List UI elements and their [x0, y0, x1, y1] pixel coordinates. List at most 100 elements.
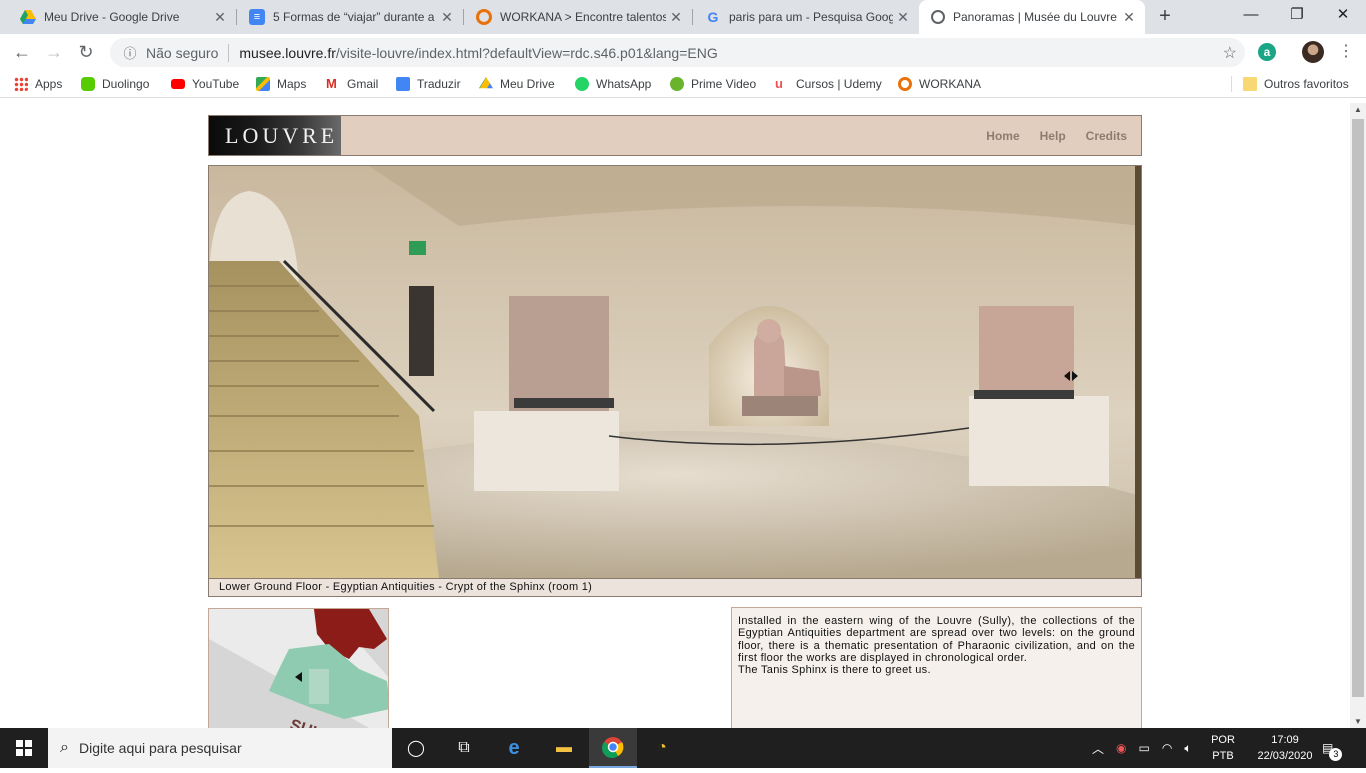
chrome-taskbar-icon[interactable]	[589, 728, 637, 768]
bookmark-udemy[interactable]: u Cursos | Udemy	[775, 75, 882, 93]
scroll-up-icon[interactable]: ▲	[1354, 105, 1362, 114]
bookmark-label: Outros favoritos	[1264, 77, 1349, 91]
menu-kebab-icon[interactable]: ⋮	[1334, 40, 1358, 64]
louvre-logo[interactable]: LOUVRE	[209, 116, 341, 155]
bookmark-meu-drive[interactable]: Meu Drive	[479, 75, 555, 93]
globe-icon	[931, 10, 945, 24]
battery-icon[interactable]: ▭	[1139, 741, 1150, 755]
tab-louvre-active[interactable]: Panoramas | Musée du Louvre ✕	[919, 0, 1145, 34]
avatar[interactable]	[1302, 41, 1324, 63]
bookmark-label: WORKANA	[919, 77, 982, 91]
translate-icon	[396, 77, 410, 91]
extension-icon[interactable]: a	[1258, 43, 1276, 61]
chevron-up-icon[interactable]: ︿	[1092, 740, 1104, 757]
start-button[interactable]	[0, 728, 48, 768]
wifi-icon[interactable]: ◠	[1162, 741, 1172, 755]
nav-help-link[interactable]: Help	[1040, 129, 1066, 143]
reload-button[interactable]: ↻	[74, 40, 98, 64]
description-text: Installed in the eastern wing of the Lou…	[738, 615, 1135, 664]
tab-title: 5 Formas de “viajar” durante a	[273, 10, 435, 24]
forward-button[interactable]: →	[42, 40, 66, 64]
louvre-nav: Home Help Credits	[986, 116, 1127, 155]
windows-taskbar: ⌕ Digite aqui para pesquisar ◯ ⧉ e ▬ ◔ ︿…	[0, 728, 1366, 768]
bookmark-label: Duolingo	[102, 77, 150, 91]
volume-icon[interactable]: 🔈︎	[1184, 741, 1191, 756]
notification-center[interactable]: ▤ 3	[1322, 728, 1343, 768]
bookmark-gmail[interactable]: M Gmail	[326, 75, 378, 93]
bookmark-whatsapp[interactable]: WhatsApp	[575, 75, 651, 93]
check-app-icon[interactable]: ◔	[638, 728, 686, 768]
address-bar[interactable]: ⓘ Não seguro musee.louvre.fr/visite-louv…	[110, 38, 1245, 67]
nav-credits-link[interactable]: Credits	[1086, 129, 1127, 143]
maps-icon	[256, 77, 270, 91]
bookmark-apps[interactable]: Apps	[14, 75, 62, 93]
minimize-button[interactable]: —	[1228, 0, 1274, 34]
close-tab-icon[interactable]: ✕	[1119, 9, 1139, 26]
bookmark-maps[interactable]: Maps	[256, 75, 306, 93]
tab-title: WORKANA > Encontre talentos	[500, 10, 666, 24]
back-button[interactable]: ←	[10, 40, 34, 64]
gmail-icon: M	[326, 76, 337, 91]
close-window-button[interactable]: ✕	[1320, 0, 1366, 34]
bookmark-translate[interactable]: Traduzir	[396, 75, 461, 93]
file-explorer-icon[interactable]: ▬	[540, 728, 588, 768]
clock-time: 17:09	[1271, 734, 1299, 746]
scrollbar-thumb[interactable]	[1352, 119, 1364, 697]
google-drive-icon	[479, 77, 493, 89]
windows-logo-icon	[16, 740, 32, 756]
search-icon: ⌕	[60, 739, 69, 756]
bookmark-prime-video[interactable]: Prime Video	[670, 75, 756, 93]
bookmark-youtube[interactable]: YouTube	[171, 75, 239, 93]
close-tab-icon[interactable]: ✕	[437, 9, 457, 26]
cortana-icon[interactable]: ◯	[392, 728, 440, 768]
language-indicator[interactable]: POR PTB	[1208, 732, 1238, 764]
tab-google-search[interactable]: G paris para um - Pesquisa Goog ✕	[693, 0, 919, 34]
louvre-header: LOUVRE Home Help Credits	[208, 115, 1142, 156]
scroll-down-icon[interactable]: ▼	[1354, 717, 1362, 726]
tab-workana[interactable]: WORKANA > Encontre talentos ✕	[464, 0, 692, 34]
panorama-viewer[interactable]: Lower Ground Floor - Egyptian Antiquitie…	[208, 165, 1142, 597]
udemy-icon: u	[775, 76, 783, 91]
floor-plan-map[interactable]: SULLY	[208, 608, 389, 728]
antivirus-icon[interactable]: ◉	[1116, 741, 1126, 755]
system-clock[interactable]: 17:09 22/03/2020	[1255, 732, 1315, 764]
notification-count-badge: 3	[1329, 747, 1343, 761]
floor-plan-graphic[interactable]: SULLY	[209, 609, 389, 728]
taskbar-search[interactable]: ⌕ Digite aqui para pesquisar	[48, 728, 392, 768]
tab-docs[interactable]: ≡ 5 Formas de “viajar” durante a ✕	[237, 0, 463, 34]
panorama-image[interactable]	[209, 166, 1141, 578]
bookmark-label: Maps	[277, 77, 307, 91]
restore-button[interactable]: ❐	[1274, 0, 1320, 34]
close-tab-icon[interactable]: ✕	[666, 9, 686, 26]
url-text[interactable]: musee.louvre.fr/visite-louvre/index.html…	[239, 45, 717, 61]
tab-strip: Meu Drive - Google Drive ✕ ≡ 5 Formas de…	[0, 0, 1366, 34]
info-icon[interactable]: ⓘ	[120, 43, 140, 62]
workana-icon	[898, 77, 912, 91]
close-tab-icon[interactable]: ✕	[210, 9, 230, 26]
url-host: musee.louvre.fr	[239, 44, 336, 61]
room-description: Installed in the eastern wing of the Lou…	[731, 607, 1142, 728]
bookmark-label: Prime Video	[691, 77, 757, 91]
bookmark-label: Traduzir	[417, 77, 461, 91]
new-tab-button[interactable]: +	[1153, 4, 1177, 28]
nav-home-link[interactable]: Home	[986, 129, 1019, 143]
whatsapp-icon	[575, 77, 589, 91]
tab-title: Panoramas | Musée du Louvre	[953, 10, 1117, 24]
tab-google-drive[interactable]: Meu Drive - Google Drive ✕	[8, 0, 236, 34]
panorama-caption: Lower Ground Floor - Egyptian Antiquitie…	[209, 578, 1141, 596]
security-label[interactable]: Não seguro	[146, 45, 218, 61]
close-tab-icon[interactable]: ✕	[893, 9, 913, 26]
google-docs-icon: ≡	[249, 9, 265, 25]
edge-icon[interactable]: e	[490, 728, 538, 768]
bookmark-star-icon[interactable]: ☆	[1223, 43, 1237, 63]
bookmark-label: Meu Drive	[500, 77, 555, 91]
bookmark-label: Apps	[35, 77, 63, 91]
bookmark-other-folder[interactable]: Outros favoritos	[1243, 75, 1349, 93]
language-code: POR	[1211, 734, 1235, 746]
bookmark-duolingo[interactable]: Duolingo	[81, 75, 149, 93]
task-view-icon[interactable]: ⧉	[440, 728, 488, 768]
bookmark-label: Gmail	[347, 77, 379, 91]
bookmark-workana[interactable]: WORKANA	[898, 75, 981, 93]
page-scrollbar[interactable]: ▲ ▼	[1350, 103, 1366, 728]
youtube-icon	[171, 79, 185, 89]
